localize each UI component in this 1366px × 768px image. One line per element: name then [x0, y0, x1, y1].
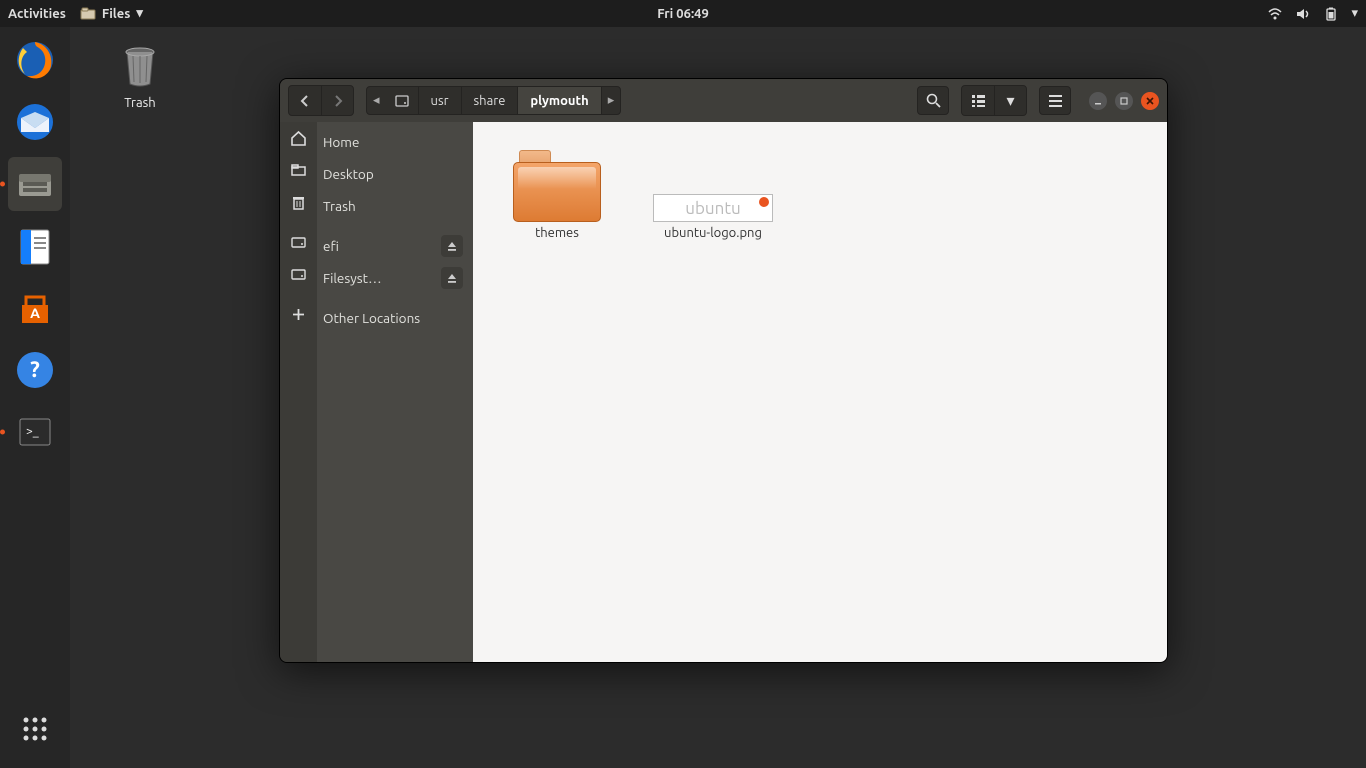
sidebar-item-other-locations[interactable]: Other Locations [317, 302, 473, 334]
app-menu-label: Files [102, 7, 130, 21]
sidebar-item-desktop[interactable]: Desktop [317, 158, 473, 190]
svg-text:A: A [30, 305, 40, 321]
path-seg-plymouth[interactable]: plymouth [518, 87, 601, 114]
eject-button[interactable] [441, 267, 463, 289]
battery-icon [1323, 6, 1339, 22]
file-ubuntu-logo[interactable]: ubuntu ubuntu-logo.png [653, 140, 773, 240]
maximize-button[interactable] [1115, 92, 1133, 110]
folder-themes[interactable]: themes [497, 140, 617, 240]
network-icon [1267, 6, 1283, 22]
dock-item-help[interactable]: ? [8, 343, 62, 397]
app-menu-files[interactable]: Files ▾ [80, 6, 143, 22]
search-button[interactable] [917, 86, 949, 115]
sidebar-icon-column [280, 122, 317, 662]
image-thumbnail: ubuntu [653, 140, 773, 222]
sidebar-item-trash[interactable]: Trash [317, 190, 473, 222]
dock-item-software[interactable]: A [8, 281, 62, 335]
plus-icon [280, 298, 317, 330]
file-view[interactable]: themes ubuntu ubuntu-logo.png [473, 122, 1167, 662]
close-button[interactable] [1141, 92, 1159, 110]
folder-icon [497, 140, 617, 222]
home-icon [280, 122, 317, 154]
volume-icon [1295, 6, 1311, 22]
sidebar-item-efi[interactable]: efi [317, 230, 473, 262]
dock-item-thunderbird[interactable] [8, 95, 62, 149]
desktop-icon [280, 154, 317, 186]
view-options-button[interactable]: ▾ [994, 86, 1026, 115]
chevron-down-icon: ▾ [136, 6, 143, 21]
path-overflow-left[interactable]: ◂ [367, 87, 386, 114]
path-root-disk[interactable] [386, 87, 419, 114]
system-status-area[interactable]: ▾ [1267, 6, 1358, 22]
activities-button[interactable]: Activities [8, 7, 66, 21]
dock-item-firefox[interactable] [8, 33, 62, 87]
disk-icon [280, 226, 317, 258]
desktop-trash[interactable]: Trash [100, 42, 180, 110]
files-window: ◂ usr share plymouth ▸ ▾ [279, 78, 1168, 663]
view-list-button[interactable] [962, 86, 994, 115]
hamburger-menu-button[interactable] [1039, 86, 1071, 115]
dock-item-terminal[interactable]: >_ [8, 405, 62, 459]
path-bar: ◂ usr share plymouth ▸ [366, 86, 621, 115]
forward-button[interactable] [321, 86, 353, 115]
dock-item-files[interactable] [8, 157, 62, 211]
sidebar: Home Desktop Trash efi Filesyst… Other L… [317, 122, 473, 662]
trash-icon [280, 186, 317, 218]
sidebar-item-home[interactable]: Home [317, 126, 473, 158]
show-applications-button[interactable] [8, 702, 62, 756]
files-app-icon [80, 6, 96, 22]
svg-text:>_: >_ [26, 425, 39, 438]
trash-icon [116, 42, 164, 90]
sidebar-item-filesystem[interactable]: Filesyst… [317, 262, 473, 294]
dock: A ? >_ [0, 27, 70, 768]
path-overflow-right[interactable]: ▸ [602, 87, 621, 114]
back-button[interactable] [289, 86, 321, 115]
minimize-button[interactable] [1089, 92, 1107, 110]
top-bar: Activities Files ▾ Fri 06:49 ▾ [0, 0, 1366, 27]
file-label: themes [497, 226, 617, 240]
path-seg-share[interactable]: share [462, 87, 519, 114]
eject-button[interactable] [441, 235, 463, 257]
chevron-down-icon: ▾ [1351, 6, 1358, 21]
dock-item-writer[interactable] [8, 219, 62, 273]
titlebar[interactable]: ◂ usr share plymouth ▸ ▾ [280, 79, 1167, 122]
path-seg-usr[interactable]: usr [419, 87, 462, 114]
disk-icon [280, 258, 317, 290]
svg-text:?: ? [30, 357, 40, 382]
file-label: ubuntu-logo.png [653, 226, 773, 240]
desktop-trash-label: Trash [100, 96, 180, 110]
clock[interactable]: Fri 06:49 [657, 7, 709, 21]
